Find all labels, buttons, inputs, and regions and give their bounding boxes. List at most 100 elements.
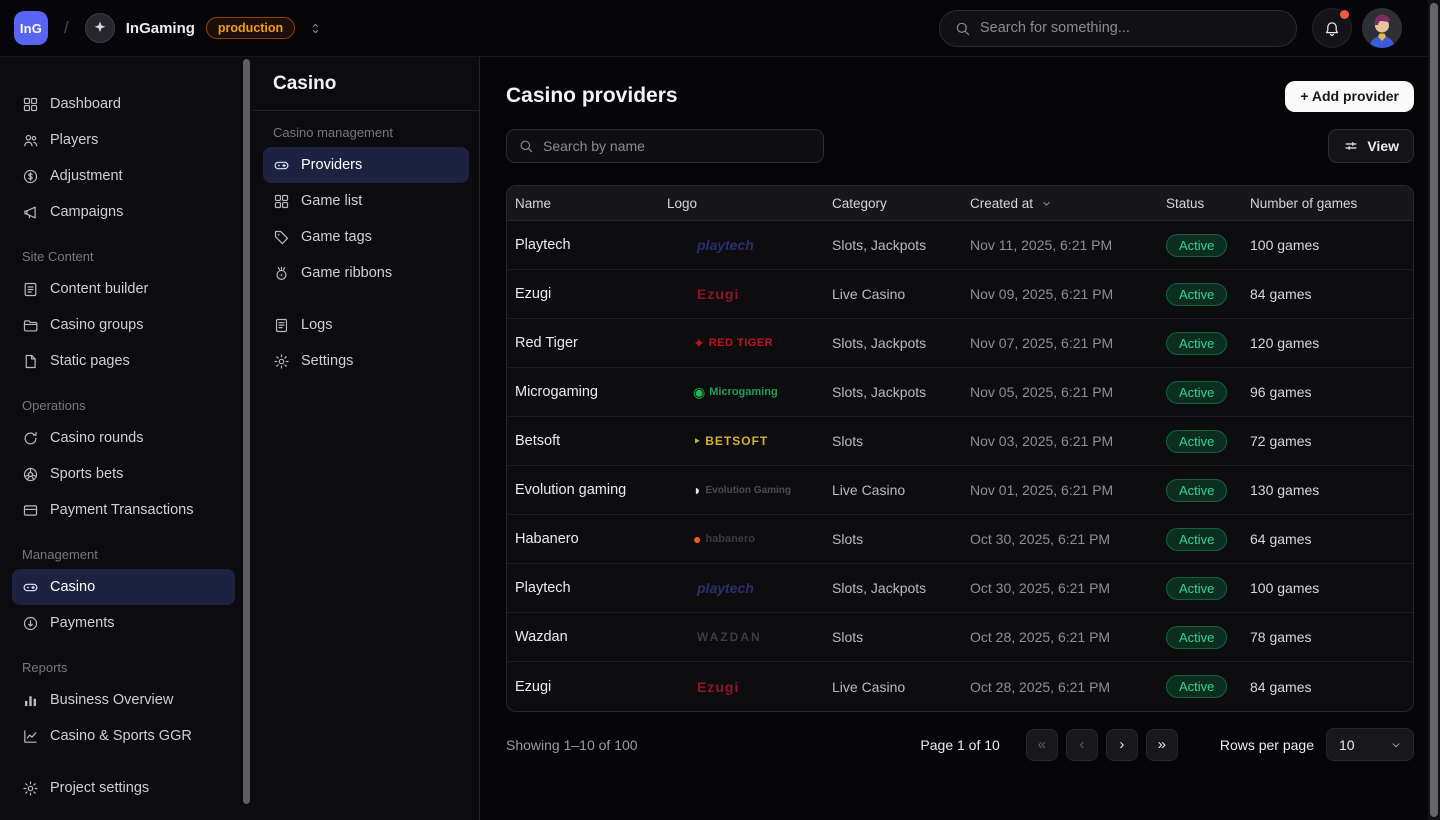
- cell-logo: Ezugi: [659, 270, 824, 318]
- secondary-sidebar-item[interactable]: Game tags: [263, 219, 469, 255]
- rows-per-page-select[interactable]: 10: [1326, 728, 1414, 761]
- ribbon-icon: [273, 265, 290, 282]
- status-badge: Active: [1166, 283, 1227, 306]
- table-row[interactable]: Betsoft ‣ BETSOFT Slots Nov 03, 2025, 6:…: [507, 417, 1413, 466]
- cell-games: 96 games: [1242, 368, 1413, 416]
- sliders-icon: [1343, 138, 1359, 154]
- add-provider-button[interactable]: + Add provider: [1285, 81, 1414, 112]
- cell-created-at: Nov 11, 2025, 6:21 PM: [962, 221, 1158, 269]
- notifications-button[interactable]: [1312, 8, 1352, 48]
- table-row[interactable]: Red Tiger ✦ RED TIGER Slots, Jackpots No…: [507, 319, 1413, 368]
- sidebar-item[interactable]: Casino groups: [12, 307, 235, 343]
- cell-games: 64 games: [1242, 515, 1413, 563]
- last-page-button[interactable]: »: [1146, 729, 1178, 761]
- provider-logo: ◗ Evolution Gaming: [667, 482, 791, 498]
- environment-badge: production: [206, 17, 295, 39]
- sidebar-section: Reports Business Overview Casino & Sport…: [12, 660, 235, 754]
- topbar: InG / InGaming production: [0, 0, 1440, 57]
- search-icon: [518, 138, 534, 154]
- chevdown-icon[interactable]: [1040, 197, 1053, 210]
- cell-created-at: Nov 07, 2025, 6:21 PM: [962, 319, 1158, 367]
- prev-page-button[interactable]: ‹: [1066, 729, 1098, 761]
- linechart-icon: [22, 728, 39, 745]
- column-header[interactable]: Category: [824, 186, 962, 220]
- avatar-illustration: [1362, 8, 1402, 48]
- secondary-sidebar-item[interactable]: Providers: [263, 147, 469, 183]
- cell-name: Playtech: [507, 564, 659, 612]
- sidebar-scrollbar-thumb[interactable]: [243, 59, 250, 804]
- card-icon: [22, 502, 39, 519]
- cell-games: 84 games: [1242, 662, 1413, 711]
- column-header[interactable]: Name: [507, 186, 659, 220]
- column-header[interactable]: Created at: [962, 186, 1158, 220]
- global-search-input[interactable]: [980, 20, 1282, 36]
- view-button[interactable]: View: [1328, 129, 1414, 163]
- project-avatar[interactable]: [85, 13, 115, 43]
- sidebar-item[interactable]: Casino & Sports GGR: [12, 718, 235, 754]
- provider-search-input[interactable]: [543, 138, 812, 154]
- table-row[interactable]: Playtech playtech Slots, Jackpots Oct 30…: [507, 564, 1413, 613]
- dollar-icon: [22, 168, 39, 185]
- sidebar-section: Dashboard Players Adjustment: [12, 86, 235, 230]
- secondary-sidebar-item[interactable]: Game list: [263, 183, 469, 219]
- sidebar-item[interactable]: Campaigns: [12, 194, 235, 230]
- cell-category: Slots: [824, 515, 962, 563]
- sidebar-item[interactable]: Business Overview: [12, 682, 235, 718]
- table-row[interactable]: Habanero ● habanero Slots Oct 30, 2025, …: [507, 515, 1413, 564]
- next-page-button[interactable]: ›: [1106, 729, 1138, 761]
- sidebar-item[interactable]: Dashboard: [12, 86, 235, 122]
- cell-category: Live Casino: [824, 662, 962, 711]
- table-row[interactable]: Wazdan WAZDAN Slots Oct 28, 2025, 6:21 P…: [507, 613, 1413, 662]
- sidebar-item[interactable]: Static pages: [12, 343, 235, 379]
- status-badge: Active: [1166, 430, 1227, 453]
- primary-sidebar: Dashboard Players Adjustment: [0, 57, 253, 820]
- column-header[interactable]: Number of games: [1242, 186, 1413, 220]
- providers-table: Name Logo Category Created at: [506, 185, 1414, 712]
- secondary-sidebar-item[interactable]: Logs: [263, 307, 469, 343]
- table-row[interactable]: Evolution gaming ◗ Evolution Gaming Live…: [507, 466, 1413, 515]
- user-avatar[interactable]: [1362, 8, 1402, 48]
- chevron-down-icon: [1389, 738, 1403, 752]
- sidebar-item[interactable]: Players: [12, 122, 235, 158]
- sidebar-item-project-settings[interactable]: Project settings: [12, 770, 235, 806]
- column-header[interactable]: Status: [1158, 186, 1242, 220]
- cell-created-at: Nov 09, 2025, 6:21 PM: [962, 270, 1158, 318]
- breadcrumb-separator: /: [64, 18, 69, 38]
- cell-logo: playtech: [659, 564, 824, 612]
- cell-category: Slots, Jackpots: [824, 368, 962, 416]
- sidebar-item[interactable]: Content builder: [12, 271, 235, 307]
- cell-created-at: Oct 30, 2025, 6:21 PM: [962, 564, 1158, 612]
- page-scrollbar[interactable]: [1428, 0, 1440, 820]
- cell-games: 130 games: [1242, 466, 1413, 514]
- cell-name: Ezugi: [507, 662, 659, 711]
- sidebar-item[interactable]: Payments: [12, 605, 235, 641]
- gear-icon: [273, 353, 290, 370]
- secondary-sidebar-item[interactable]: Settings: [263, 343, 469, 379]
- app-logo[interactable]: InG: [14, 11, 48, 45]
- sidebar-item[interactable]: Payment Transactions: [12, 492, 235, 528]
- page-scrollbar-thumb[interactable]: [1430, 3, 1438, 817]
- sidebar-item[interactable]: Sports bets: [12, 456, 235, 492]
- table-row[interactable]: Ezugi Ezugi Live Casino Oct 28, 2025, 6:…: [507, 662, 1413, 711]
- status-badge: Active: [1166, 626, 1227, 649]
- provider-logo: playtech: [667, 580, 754, 596]
- cell-name: Betsoft: [507, 417, 659, 465]
- table-row[interactable]: Playtech playtech Slots, Jackpots Nov 11…: [507, 221, 1413, 270]
- table-row[interactable]: Microgaming ◉ Microgaming Slots, Jackpot…: [507, 368, 1413, 417]
- project-name[interactable]: InGaming: [126, 20, 195, 37]
- project-switcher-icon[interactable]: [308, 21, 323, 36]
- first-page-button[interactable]: «: [1026, 729, 1058, 761]
- sidebar-item[interactable]: Casino rounds: [12, 420, 235, 456]
- doc-icon: [22, 281, 39, 298]
- sidebar-scrollbar[interactable]: [243, 59, 250, 812]
- secondary-section-label: Casino management: [263, 125, 469, 140]
- status-badge: Active: [1166, 479, 1227, 502]
- sidebar-section-label: Operations: [12, 398, 235, 413]
- table-row[interactable]: Ezugi Ezugi Live Casino Nov 09, 2025, 6:…: [507, 270, 1413, 319]
- column-header[interactable]: Logo: [659, 186, 824, 220]
- sidebar-item[interactable]: Adjustment: [12, 158, 235, 194]
- cell-category: Slots, Jackpots: [824, 564, 962, 612]
- secondary-sidebar-item[interactable]: Game ribbons: [263, 255, 469, 291]
- cell-created-at: Nov 03, 2025, 6:21 PM: [962, 417, 1158, 465]
- sidebar-item[interactable]: Casino: [12, 569, 235, 605]
